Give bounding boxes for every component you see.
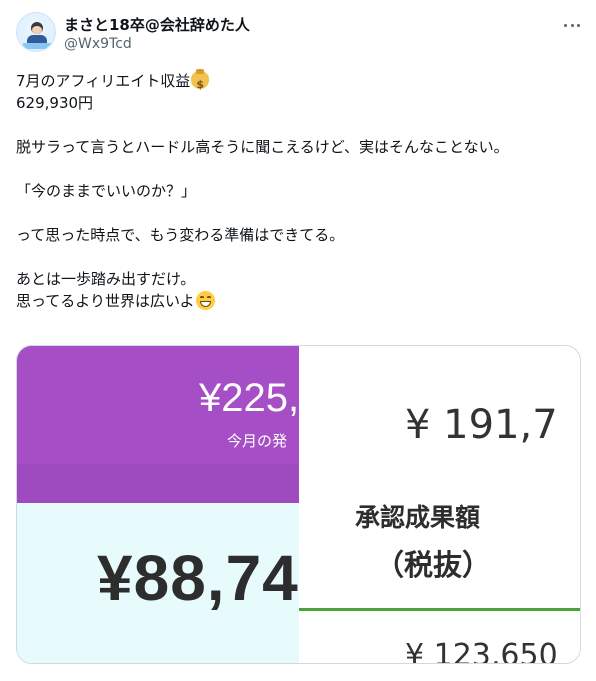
tweet: まさと18卒@会社辞めた人 @Wx9Tcd 7月のアフィリエイト収益 $ 629,…: [0, 0, 596, 681]
tweet-line: 「今のままでいいのか？」: [16, 182, 197, 200]
tweet-line: 思ってるより世界は広いよ: [16, 290, 576, 312]
monthly-caption: 今月の発: [227, 432, 288, 450]
tweet-line: 脱サラって言うとハードル高そうに聞こえるけど、実はそんなことない。: [16, 138, 509, 156]
tweet-line: 629,930円: [16, 94, 94, 112]
earnings-panel-cyan: ¥88,74: [17, 503, 299, 663]
approved-reward-label: 承認成果額: [355, 503, 481, 532]
avatar-face: [32, 26, 42, 34]
more-horizontal-icon[interactable]: [560, 18, 584, 32]
tweet-line-text: 7月のアフィリエイト収益: [16, 72, 191, 90]
earnings-panel-purple: ¥225, 今月の発: [17, 346, 299, 503]
monthly-amount: ¥225,: [199, 376, 299, 420]
tax-excluded-label: （税抜）: [375, 548, 492, 582]
more-dot: [564, 23, 567, 27]
tweet-line: 7月のアフィリエイト収益 $: [16, 69, 576, 92]
media-image-right[interactable]: ¥ 191,7 承認成果額 （税抜） ¥ 123,650: [299, 346, 580, 664]
reward-amount: ¥ 191,7: [405, 402, 558, 448]
tweet-line-text: 思ってるより世界は広いよ: [16, 292, 195, 310]
avatar[interactable]: [16, 12, 56, 52]
more-dot: [577, 23, 580, 27]
approved-amount: ¥ 123,650: [405, 638, 558, 664]
tweet-line: って思った時点で、もう変わる準備はできてる。: [16, 226, 345, 244]
tweet-text: 7月のアフィリエイト収益 $ 629,930円 脱サラって言うとハードル高そうに聞…: [16, 69, 576, 312]
money-bag-emoji: $: [191, 69, 210, 91]
more-dot: [570, 23, 574, 27]
media-image-left[interactable]: ¥225, 今月の発 ¥88,74: [17, 346, 299, 663]
pending-amount: ¥88,74: [97, 542, 299, 614]
avatar-desk: [23, 43, 51, 49]
media-grid: ¥225, 今月の発 ¥88,74 ¥ 191,7 承認成果額 （税抜） ¥ 1…: [16, 345, 581, 664]
tweet-line: あとは一歩踏み出すだけ。: [16, 270, 196, 288]
grinning-face-emoji: [195, 291, 215, 310]
green-divider: [299, 608, 580, 611]
handle[interactable]: @Wx9Tcd: [64, 36, 132, 52]
display-name[interactable]: まさと18卒@会社辞めた人: [64, 14, 250, 35]
